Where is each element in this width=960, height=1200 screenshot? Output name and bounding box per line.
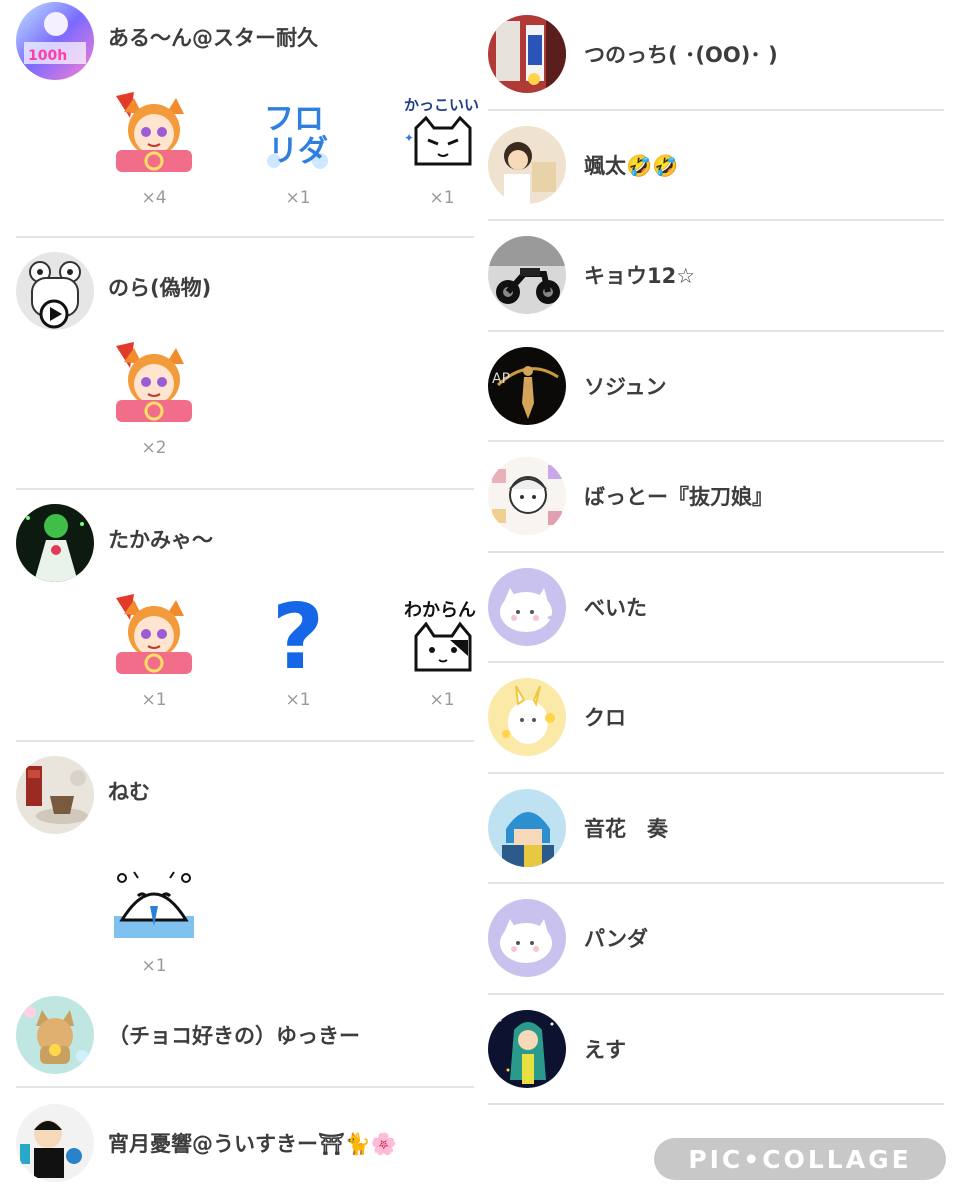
reaction-count: ×1 (141, 690, 167, 710)
avatar[interactable] (488, 788, 566, 867)
avatar[interactable] (488, 236, 566, 315)
orange-cat-girl-sticker (108, 340, 200, 428)
svg-text:✦: ✦ (404, 131, 414, 145)
username: ばっとー『抜刀娘』 (584, 485, 773, 510)
username: ある〜ん@スター耐久 (108, 26, 318, 50)
username: ねむ (108, 780, 150, 804)
list-item[interactable]: えす (488, 995, 944, 1105)
sticker-reaction[interactable]: ×4 (108, 90, 200, 208)
orange-cat-girl-sticker (108, 90, 200, 178)
avatar[interactable] (16, 252, 94, 330)
list-item[interactable]: つのっち( ･(OO)･ ) (488, 0, 944, 111)
reaction-list-right: つのっち( ･(OO)･ ) 颯太🤣🤣 キョウ12☆ AP ソジュン ばっとー『… (488, 0, 944, 1105)
username: 宵月憂響@ういすきー⛩🐈🌸 (108, 1132, 397, 1156)
list-item[interactable]: ねむ ×1 (16, 742, 474, 994)
sticker-reaction[interactable]: ? ×1 (252, 592, 344, 710)
list-item[interactable]: （チョコ好きの）ゆっきー (16, 994, 474, 1088)
avatar[interactable] (488, 1009, 566, 1088)
wakaran-cat-sticker: わからん (396, 592, 488, 680)
list-item[interactable]: ばっとー『抜刀娘』 (488, 442, 944, 553)
list-item[interactable]: パンダ (488, 884, 944, 995)
list-item[interactable]: 音花 奏 (488, 774, 944, 884)
reaction-count: ×1 (429, 690, 455, 710)
sticker-reaction[interactable]: フロ リダ ×1 (252, 90, 344, 208)
question-mark-sticker: ? (252, 592, 344, 680)
username: クロ (584, 706, 626, 731)
username: たかみゃ〜 (108, 528, 213, 552)
reaction-count: ×1 (429, 188, 455, 208)
username: ソジュン (584, 374, 667, 399)
avatar[interactable]: 100h (16, 2, 94, 80)
svg-text:100h: 100h (28, 48, 67, 64)
pic-collage-watermark: PIC•COLLAGE (654, 1138, 946, 1180)
list-item[interactable]: AP ソジュン (488, 332, 944, 442)
list-item[interactable]: 颯太🤣🤣 (488, 111, 944, 221)
list-item[interactable]: キョウ12☆ (488, 221, 944, 332)
avatar[interactable] (488, 678, 566, 757)
reaction-count: ×1 (285, 690, 311, 710)
list-item[interactable]: 宵月憂響@ういすきー⛩🐈🌸 (16, 1088, 474, 1198)
username: のら(偽物) (108, 276, 212, 300)
list-item[interactable]: 100h ある〜ん@スター耐久 ×4 フロ リダ ×1 かっこいい ✦ ×1 (16, 0, 479, 238)
avatar[interactable] (488, 125, 566, 204)
avatar[interactable] (16, 996, 94, 1074)
svg-text:?: ? (272, 594, 324, 678)
svg-text:フロ: フロ (264, 102, 324, 137)
avatar[interactable] (16, 756, 94, 834)
svg-text:かっこいい: かっこいい (404, 96, 479, 114)
sticker-reaction[interactable]: ×1 (108, 858, 200, 976)
username: つのっち( ･(OO)･ ) (584, 43, 778, 68)
furorida-text-sticker: フロ リダ (252, 90, 344, 178)
sticker-reaction[interactable]: かっこいい ✦ ×1 (396, 90, 488, 208)
username: （チョコ好きの）ゆっきー (108, 1024, 360, 1048)
list-item[interactable]: たかみゃ〜 ×1 ? ×1 わからん ×1 (16, 490, 476, 742)
avatar[interactable] (488, 567, 566, 646)
avatar[interactable] (488, 457, 566, 536)
reaction-count: ×1 (285, 188, 311, 208)
username: パンダ (584, 927, 649, 952)
avatar[interactable]: AP (488, 346, 566, 425)
username: べいた (584, 595, 647, 620)
username: キョウ12☆ (584, 264, 696, 289)
svg-text:リダ: リダ (268, 134, 328, 169)
sticker-reaction[interactable]: わからん ×1 (396, 592, 488, 710)
reaction-count: ×2 (141, 438, 167, 458)
username: 颯太🤣🤣 (584, 153, 679, 178)
sticker-reaction[interactable]: ×1 (108, 592, 200, 710)
avatar[interactable] (16, 1104, 94, 1182)
svg-text:わからん: わからん (404, 600, 476, 621)
crying-face-sticker (108, 858, 200, 946)
kakkoii-cat-sticker: かっこいい ✦ (396, 90, 488, 178)
list-item[interactable]: べいた (488, 553, 944, 663)
username: えす (584, 1037, 626, 1062)
list-item[interactable]: クロ (488, 663, 944, 774)
username: 音花 奏 (584, 816, 668, 841)
orange-cat-girl-sticker (108, 592, 200, 680)
sticker-reaction[interactable]: ×2 (108, 340, 200, 458)
reaction-count: ×1 (141, 956, 167, 976)
reaction-count: ×4 (141, 188, 167, 208)
svg-text:AP: AP (492, 371, 510, 387)
list-item[interactable]: のら(偽物) ×2 (16, 238, 474, 490)
avatar[interactable] (488, 899, 566, 978)
reaction-list-left: 100h ある〜ん@スター耐久 ×4 フロ リダ ×1 かっこいい ✦ ×1 の… (16, 0, 479, 1198)
avatar[interactable] (488, 15, 566, 94)
avatar[interactable] (16, 504, 94, 582)
